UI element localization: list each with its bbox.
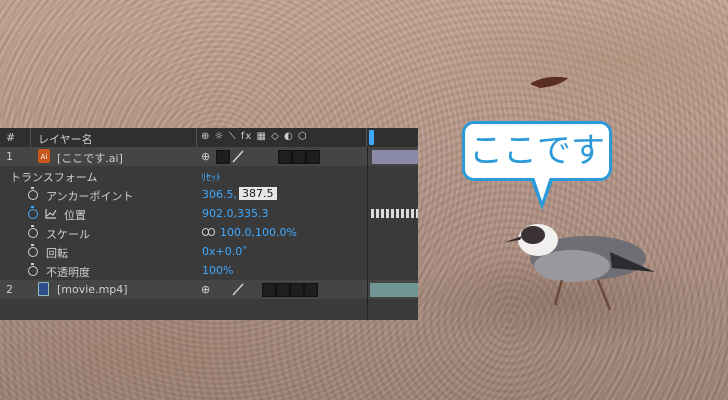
anchor-y-value-editing[interactable]: 387.5 xyxy=(239,187,277,200)
property-label: 回転 xyxy=(46,247,68,260)
column-layer-name-header[interactable]: レイヤー名 xyxy=(38,131,93,147)
graph-editor-icon[interactable] xyxy=(45,208,57,219)
switch-box[interactable] xyxy=(304,283,318,297)
switch-box[interactable] xyxy=(290,283,304,297)
column-separator[interactable] xyxy=(196,128,197,147)
column-separator[interactable] xyxy=(366,128,367,147)
bubble-tail-fill xyxy=(534,177,550,201)
switch-box[interactable] xyxy=(306,150,320,164)
property-row-opacity[interactable]: 不透明度 100% xyxy=(0,261,418,280)
property-row-rotation[interactable]: 回転 0x+0.0˚ xyxy=(0,242,418,261)
speech-bubble: ここです xyxy=(462,121,612,181)
movie-file-icon xyxy=(38,282,49,296)
column-index-header: # xyxy=(6,131,16,144)
seagull-body xyxy=(505,224,655,311)
speech-bubble-text: ここです xyxy=(469,131,605,171)
layer-name[interactable]: [movie.mp4] xyxy=(57,283,128,296)
stopwatch-icon[interactable] xyxy=(28,187,38,200)
property-row-position[interactable]: 位置 902.0,335.3 xyxy=(0,204,418,223)
switches-header-icons: ⊕ ☼ ⟍ fx ▦ ◇ ◐ ⬡ xyxy=(201,131,308,142)
transform-label[interactable]: トランスフォーム xyxy=(10,169,97,185)
stopwatch-icon[interactable] xyxy=(28,263,38,276)
position-keyframes[interactable] xyxy=(371,209,418,218)
property-label: スケール xyxy=(46,228,90,241)
transform-group-row[interactable]: トランスフォーム ﾘｾｯﾄ xyxy=(0,166,418,185)
timeline-panel: # レイヤー名 ⊕ ☼ ⟍ fx ▦ ◇ ◐ ⬡ 1 Ai [ここです.ai] … xyxy=(0,128,418,320)
rotation-value[interactable]: 0x+0.0˚ xyxy=(202,245,248,258)
transform-reset-link[interactable]: ﾘｾｯﾄ xyxy=(201,169,221,184)
stopwatch-icon[interactable] xyxy=(28,225,38,238)
property-row-anchor-point[interactable]: アンカーポイント 306.5, 387.5 xyxy=(0,185,418,204)
quality-slash-icon[interactable] xyxy=(232,283,244,296)
shy-icon[interactable]: ⊕ xyxy=(201,150,210,163)
property-label: 不透明度 xyxy=(46,266,90,279)
layer-2-duration-bar[interactable] xyxy=(370,283,418,297)
switch-box[interactable] xyxy=(216,150,230,164)
layer-1-duration-bar[interactable] xyxy=(372,150,418,164)
stopwatch-icon-active[interactable] xyxy=(28,206,38,219)
switch-box[interactable] xyxy=(292,150,306,164)
position-value[interactable]: 902.0,335.3 xyxy=(202,207,268,220)
layer-index: 1 xyxy=(6,150,13,163)
column-separator[interactable] xyxy=(30,128,31,147)
illustrator-file-icon: Ai xyxy=(38,149,50,163)
property-label: 位置 xyxy=(64,209,86,222)
switch-box[interactable] xyxy=(276,283,290,297)
timeline-divider xyxy=(367,147,368,320)
property-row-scale[interactable]: スケール 100.0,100.0% xyxy=(0,223,418,242)
constrain-proportions-link-icon[interactable] xyxy=(202,228,215,236)
anchor-x-value[interactable]: 306.5, xyxy=(202,188,237,201)
stopwatch-icon[interactable] xyxy=(28,244,38,257)
layer-name[interactable]: [ここです.ai] xyxy=(57,150,123,166)
layer-index: 2 xyxy=(6,283,13,296)
layer-row-2[interactable]: 2 [movie.mp4] ⊕ xyxy=(0,280,418,299)
shy-icon[interactable]: ⊕ xyxy=(201,283,210,296)
switch-box[interactable] xyxy=(278,150,292,164)
current-time-indicator[interactable] xyxy=(369,130,374,145)
property-label: アンカーポイント xyxy=(46,190,134,203)
switch-box[interactable] xyxy=(262,283,276,297)
scale-value[interactable]: 100.0,100.0% xyxy=(220,226,297,239)
opacity-value[interactable]: 100% xyxy=(202,264,233,277)
seaweed xyxy=(530,76,568,88)
layer-row-1[interactable]: 1 Ai [ここです.ai] ⊕ xyxy=(0,147,418,166)
quality-slash-icon[interactable] xyxy=(232,150,244,163)
timeline-header: # レイヤー名 ⊕ ☼ ⟍ fx ▦ ◇ ◐ ⬡ xyxy=(0,128,418,148)
